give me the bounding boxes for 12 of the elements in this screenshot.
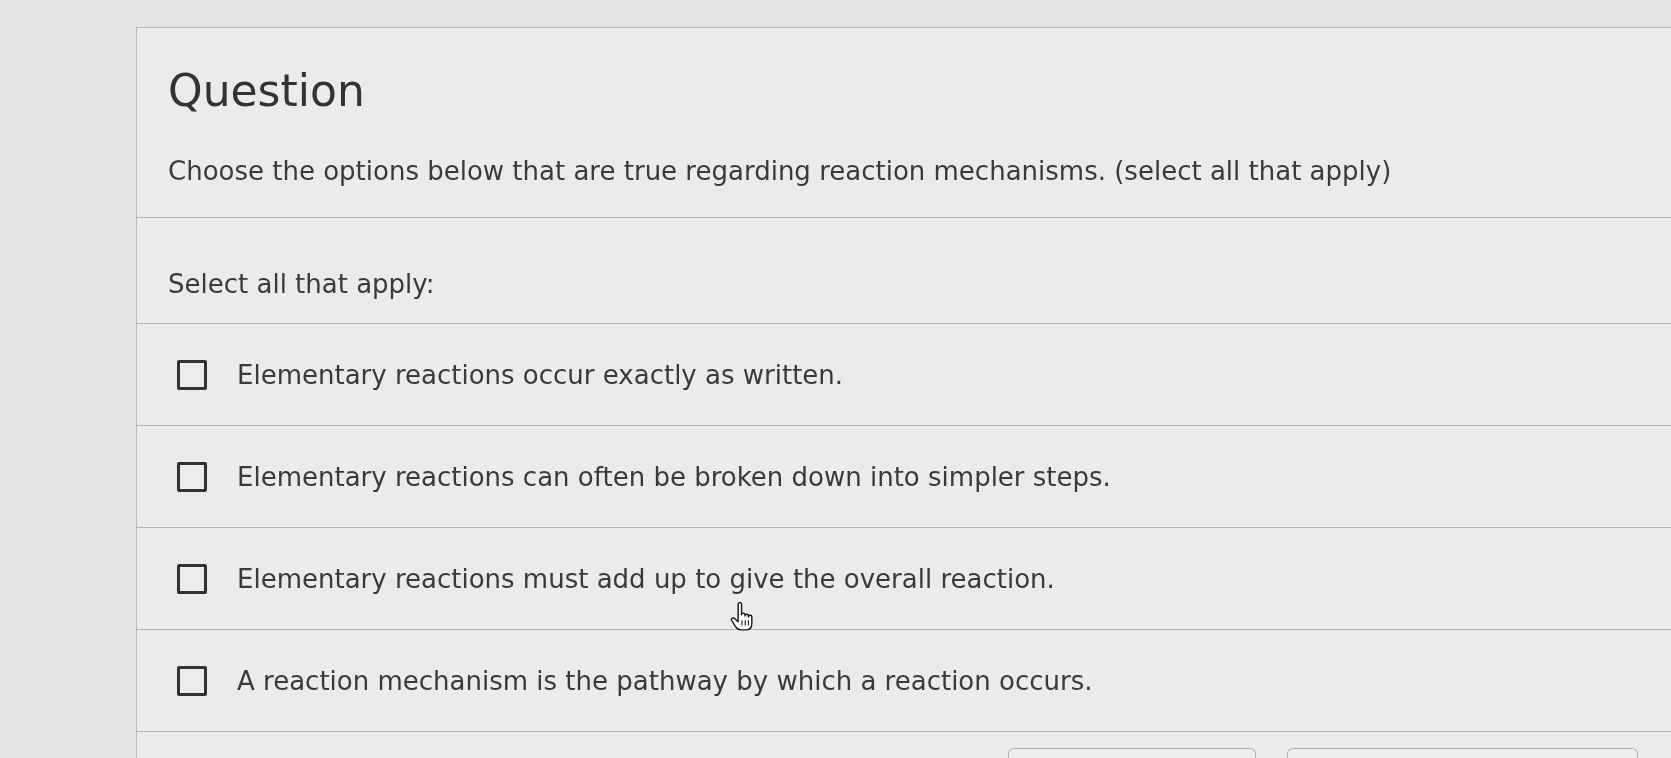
option-label[interactable]: Elementary reactions can often be broken down into simpler steps. [237,460,1111,493]
checkbox[interactable] [177,563,207,594]
hand-cursor-icon [730,602,754,632]
instruction-text: Select all that apply: [168,269,435,299]
question-title: Question [168,65,365,117]
checkbox[interactable] [177,461,207,492]
option-label[interactable]: Elementary reactions occur exactly as written. [237,358,844,391]
checkbox[interactable] [177,665,207,696]
option-label[interactable]: A reaction mechanism is the pathway by which a reaction occurs. [237,664,1093,697]
option-label[interactable]: Elementary reactions must add up to give the overall reaction. [237,562,1055,595]
checkbox[interactable] [177,359,207,390]
question-prompt: Choose the options below that are true regarding reaction mechanisms. (select all that apply) [168,155,1392,187]
